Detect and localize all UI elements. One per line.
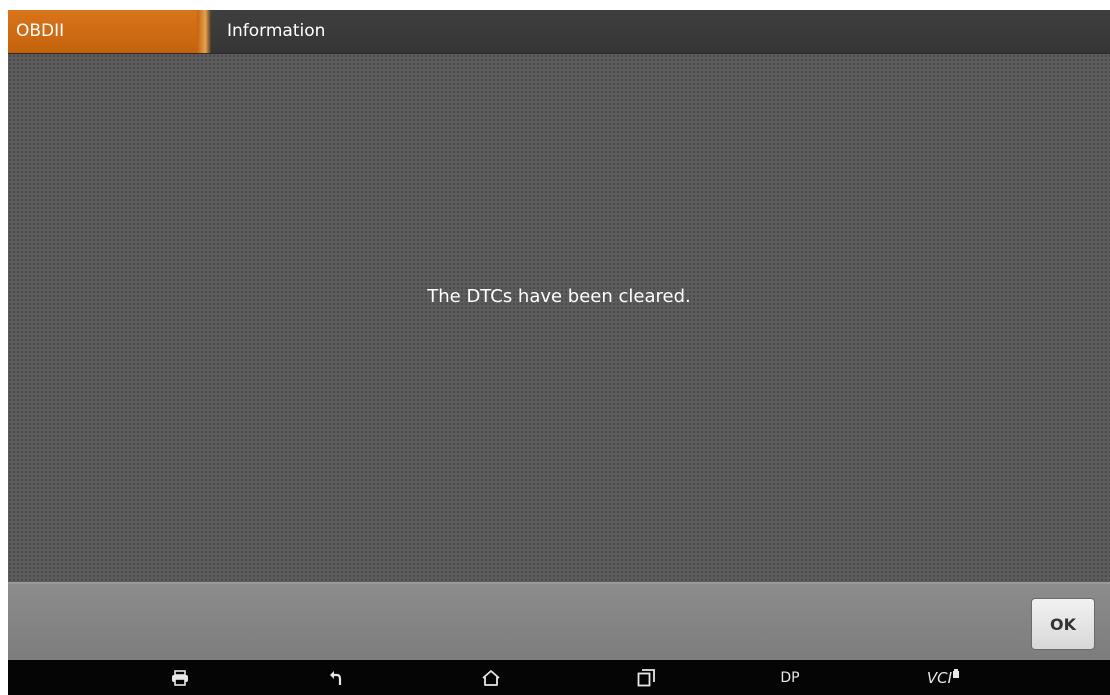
print-button[interactable] <box>158 660 202 695</box>
vci-connection-icon <box>953 668 960 678</box>
back-arrow-icon <box>330 670 342 685</box>
back-button[interactable] <box>314 660 358 695</box>
module-label: OBDII <box>16 21 65 41</box>
status-message: The DTCs have been cleared. <box>427 286 691 307</box>
printer-icon <box>172 669 188 686</box>
home-icon <box>482 669 500 686</box>
system-nav-bar: DP VCI <box>8 660 1110 695</box>
page-title: Information <box>227 21 326 41</box>
recent-apps-icon <box>637 668 655 686</box>
ok-button[interactable]: OK <box>1031 598 1095 650</box>
module-tab: OBDII <box>8 10 211 53</box>
recent-apps-button[interactable] <box>624 660 668 695</box>
vci-label: VCI <box>926 668 953 687</box>
dp-button[interactable]: DP <box>768 660 812 695</box>
app-window: OBDII Information The DTCs have been cle… <box>8 10 1110 695</box>
message-panel: The DTCs have been cleared. <box>8 54 1110 582</box>
title-bar: OBDII Information <box>8 10 1110 54</box>
home-button[interactable] <box>469 660 513 695</box>
dp-label: DP <box>780 669 800 686</box>
action-bar: OK <box>8 582 1110 660</box>
vci-status[interactable]: VCI <box>918 660 968 695</box>
